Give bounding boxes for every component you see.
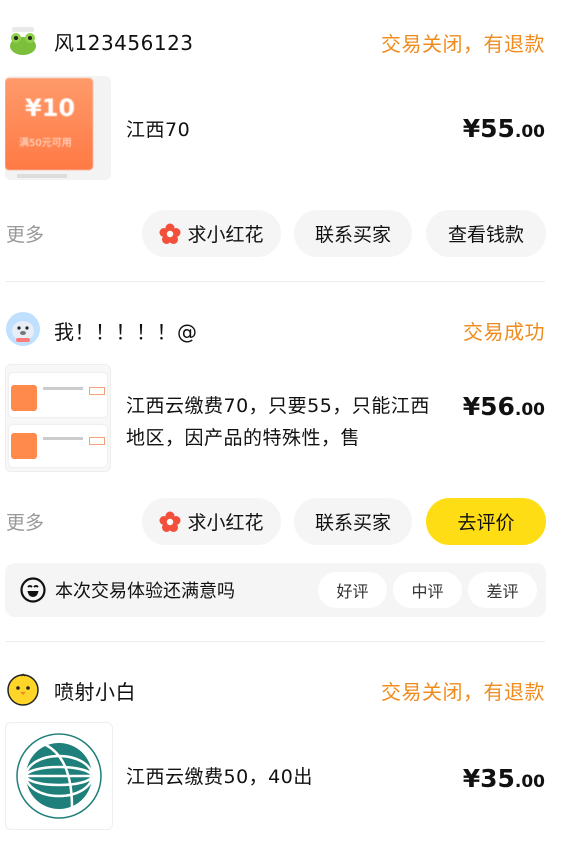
price-decimal: .00 (514, 122, 545, 142)
coupon-condition: 满50元可用 (19, 138, 72, 149)
rating-bad-button[interactable]: 差评 (468, 572, 537, 608)
order-status: 交易成功 (463, 320, 545, 344)
coupon-amount: ¥10 (25, 94, 76, 122)
seller-name[interactable]: 喷射小白 (54, 676, 136, 705)
rating-neutral-button[interactable]: 中评 (393, 572, 462, 608)
view-funds-button[interactable]: 查看钱款 (426, 210, 546, 257)
rating-bar: 本次交易体验还满意吗 好评 中评 差评 (5, 563, 546, 617)
voucher-row (9, 373, 107, 417)
more-link[interactable]: 更多 (6, 508, 44, 535)
order-status: 交易关闭，有退款 (381, 680, 545, 704)
go-review-button[interactable]: 去评价 (426, 498, 546, 545)
coupon-image: ¥10 满50元可用 (5, 78, 93, 170)
voucher-tag (89, 387, 105, 395)
seller-avatar[interactable] (6, 312, 40, 346)
voucher-lines (43, 437, 83, 440)
contact-buyer-label: 联系买家 (314, 512, 391, 534)
rating-question: 本次交易体验还满意吗 (55, 581, 235, 602)
rating-good-button[interactable]: 好评 (318, 572, 387, 608)
product-title[interactable]: 江西云缴费70，只要55，只能江西 地区，因产品的特殊性，售 (126, 390, 456, 454)
voucher-badge (11, 433, 37, 459)
flower-icon (159, 223, 181, 244)
ask-flower-label: 求小红花 (187, 512, 264, 534)
price-decimal: .00 (514, 400, 545, 420)
state-grid-logo-icon (9, 726, 109, 826)
seal-avatar-icon (6, 312, 40, 346)
order-price: ¥56.00 (463, 392, 545, 421)
product-thumbnail[interactable] (5, 722, 113, 830)
voucher-row (9, 425, 107, 467)
view-funds-label: 查看钱款 (447, 224, 524, 246)
divider (6, 281, 545, 282)
voucher-lines (43, 387, 83, 390)
order-status: 交易关闭，有退款 (381, 32, 545, 56)
product-title[interactable]: 江西云缴费50，40出 (126, 761, 313, 793)
seller-avatar[interactable] (6, 24, 40, 58)
seller-name[interactable]: 我！！！！！@ (54, 316, 198, 345)
product-title[interactable]: 江西70 (126, 114, 190, 146)
ask-flower-label: 求小红花 (187, 224, 264, 246)
smiley-face-icon (20, 577, 46, 603)
product-title-line2: 地区，因产品的特殊性，售 (126, 427, 361, 449)
contact-buyer-button[interactable]: 联系买家 (294, 498, 412, 545)
voucher-badge (11, 385, 37, 411)
contact-buyer-label: 联系买家 (314, 224, 391, 246)
product-title-line1: 江西云缴费70，只要55，只能江西 (126, 395, 430, 417)
product-thumbnail[interactable] (5, 364, 111, 472)
price-integer: ¥35 (462, 764, 515, 793)
flower-icon (159, 511, 181, 532)
frog-avatar-icon (6, 24, 40, 58)
more-link[interactable]: 更多 (6, 220, 44, 247)
order-price: ¥55.00 (463, 114, 545, 143)
divider (6, 641, 545, 642)
seller-avatar[interactable] (6, 672, 40, 706)
seller-name[interactable]: 风123456123 (54, 27, 194, 56)
price-decimal: .00 (514, 772, 545, 792)
ask-flower-button[interactable]: 求小红花 (142, 210, 281, 257)
price-integer: ¥55 (462, 114, 515, 143)
voucher-tag (89, 437, 105, 445)
ask-flower-button[interactable]: 求小红花 (142, 498, 281, 545)
blurred-text (17, 174, 67, 178)
go-review-label: 去评价 (457, 512, 515, 534)
order-price: ¥35.00 (463, 764, 545, 793)
chick-avatar-icon (7, 673, 39, 706)
price-integer: ¥56 (462, 392, 515, 421)
product-thumbnail[interactable]: ¥10 满50元可用 (5, 76, 111, 180)
contact-buyer-button[interactable]: 联系买家 (294, 210, 412, 257)
